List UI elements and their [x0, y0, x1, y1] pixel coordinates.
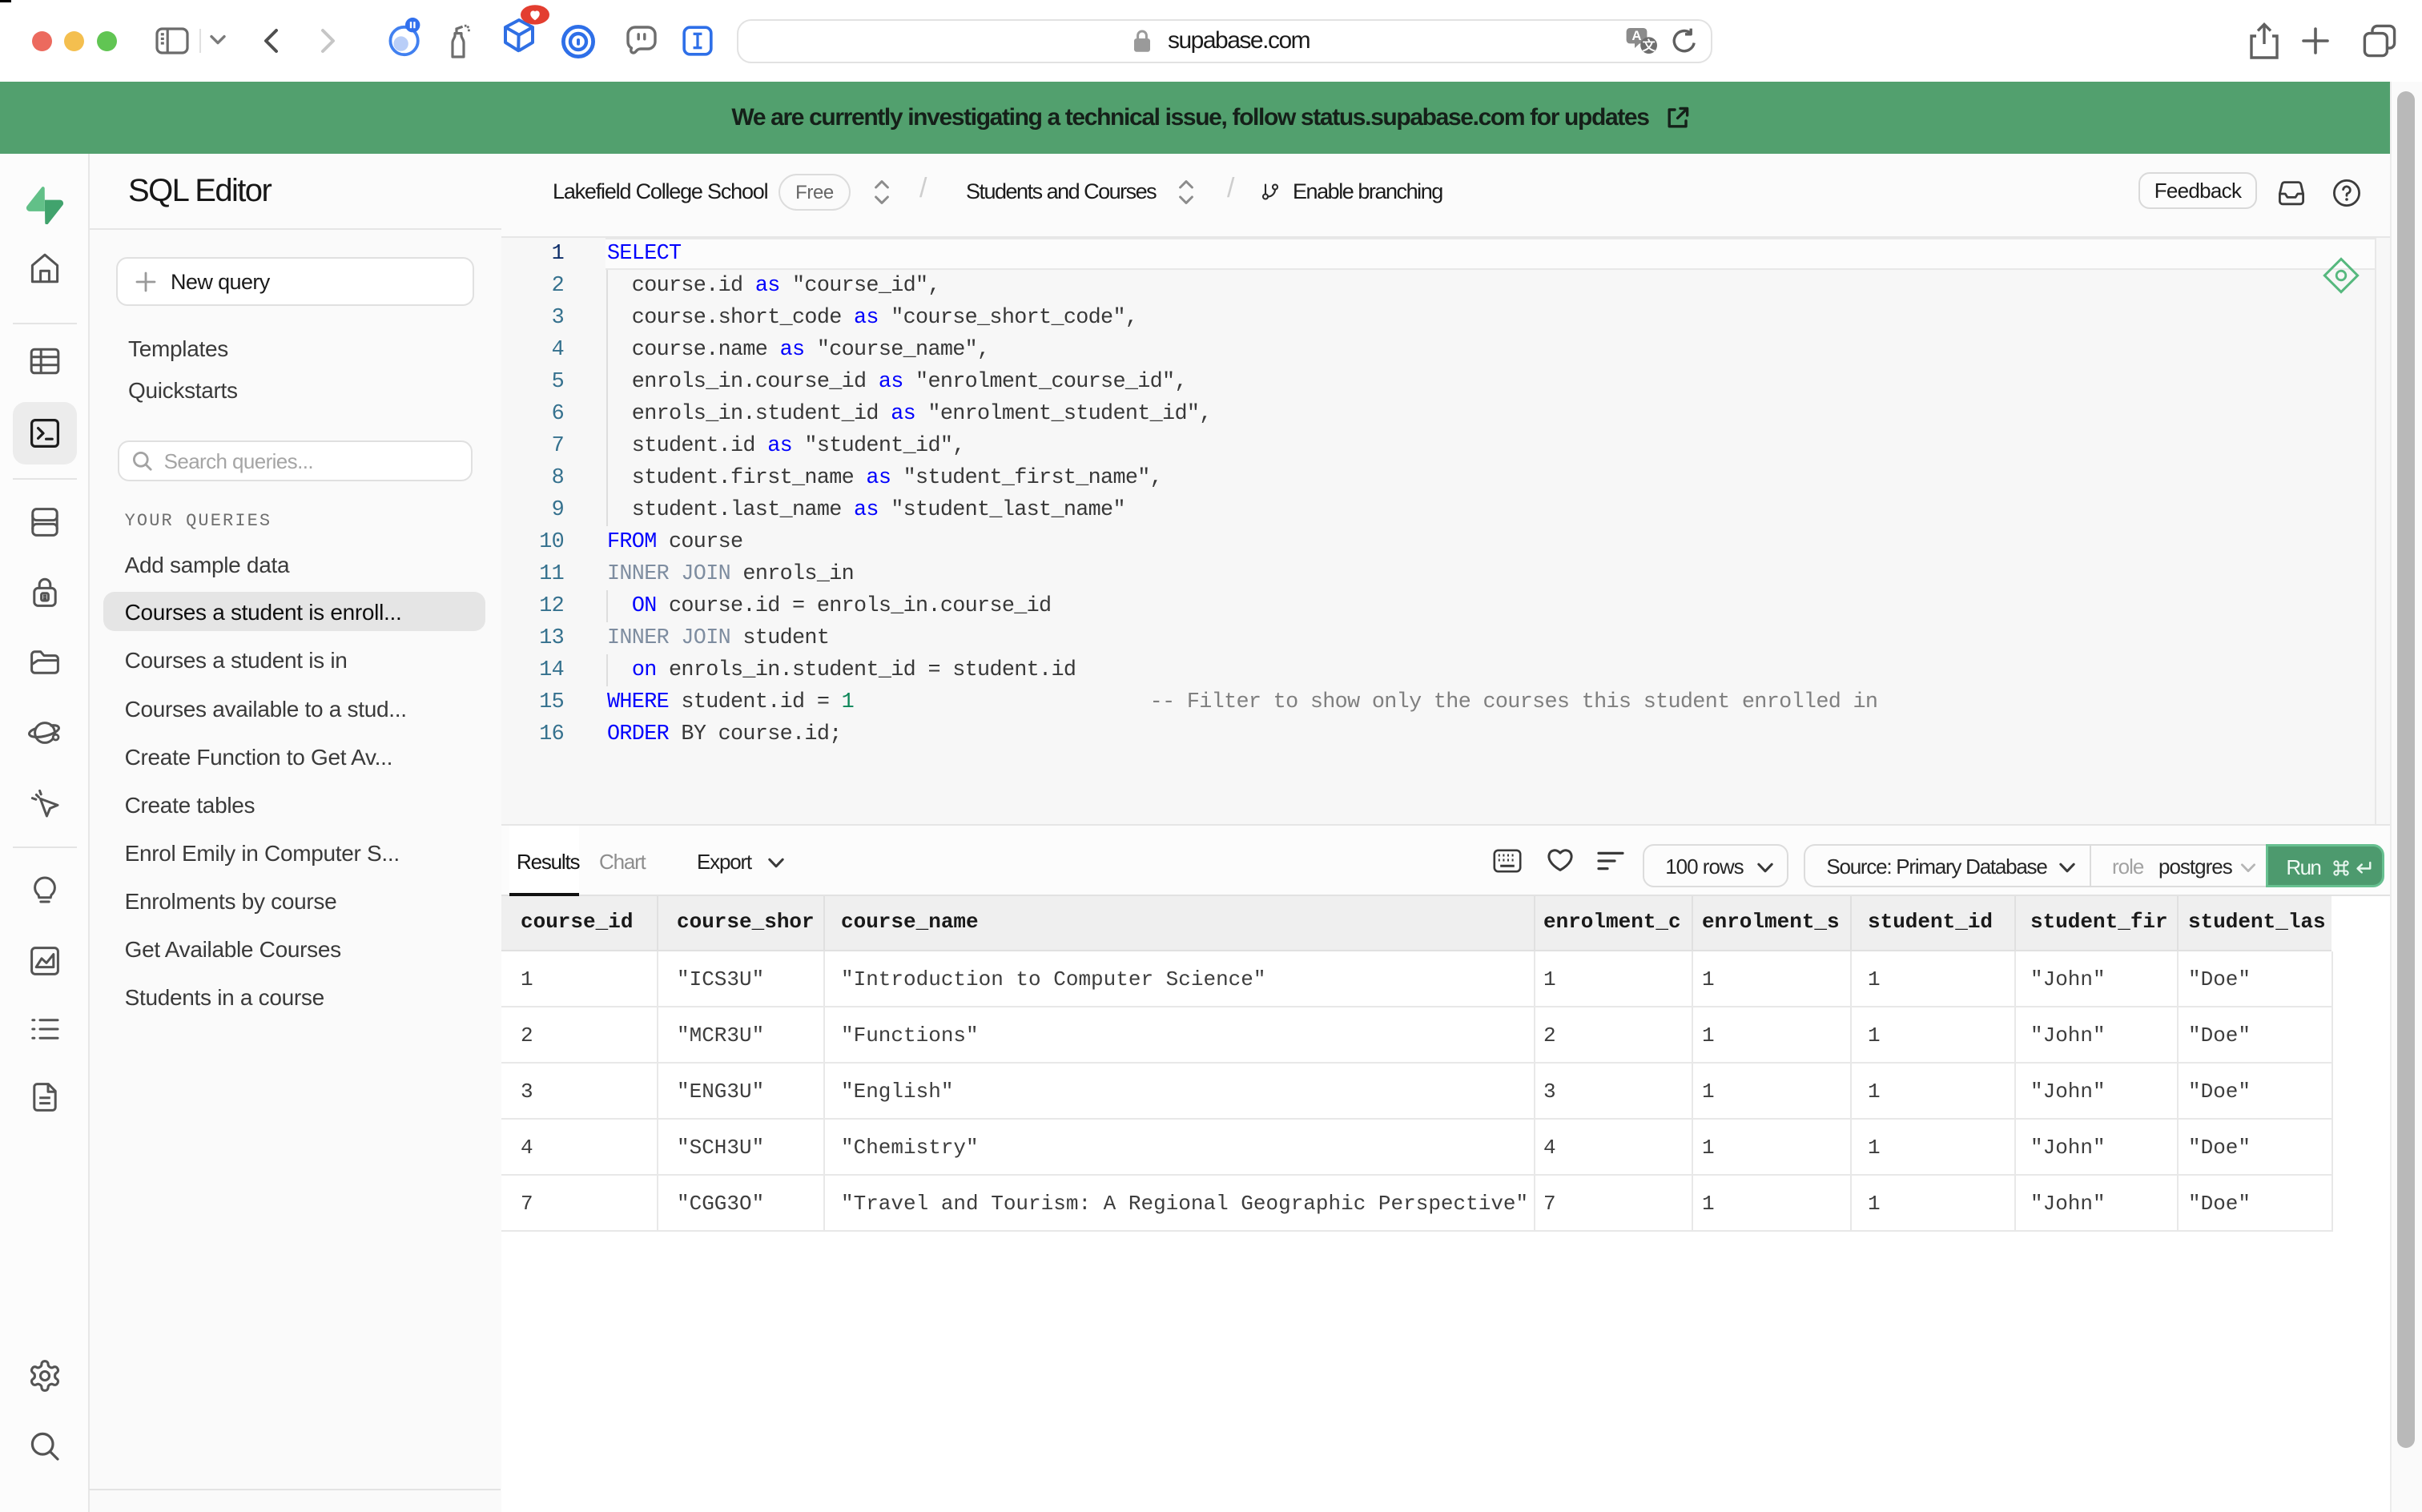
svg-text:文: 文	[1643, 38, 1656, 54]
svg-text:A: A	[1631, 28, 1641, 43]
